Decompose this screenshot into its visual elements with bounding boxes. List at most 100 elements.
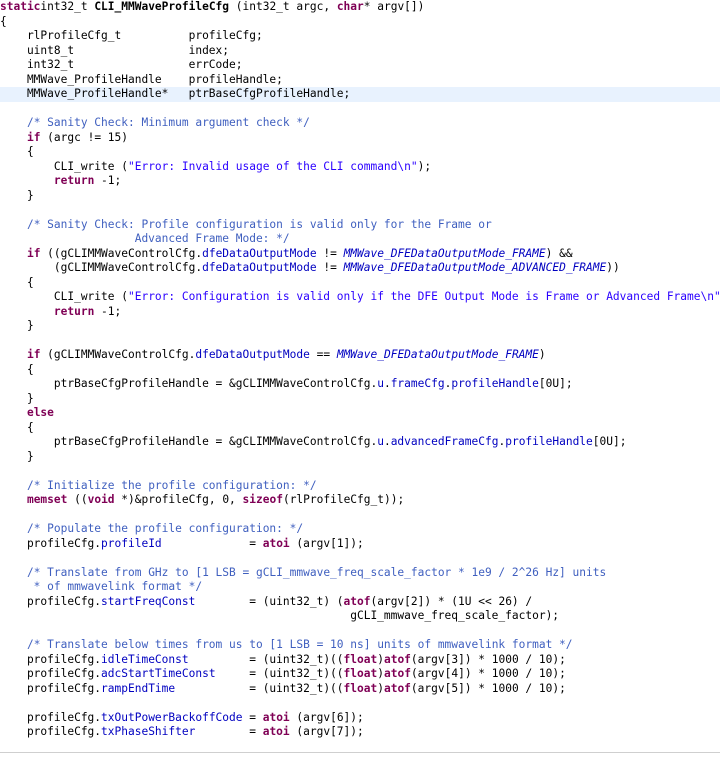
code-enum: MMWave_DFEDataOutputMode_FRAME [336, 348, 539, 361]
code-line[interactable]: { [0, 276, 720, 291]
code-text: ((gCLIMMWaveControlCfg. [40, 246, 203, 260]
code-line[interactable]: ptrBaseCfgProfileHandle = &gCLIMMWaveCon… [0, 435, 720, 450]
code-line[interactable]: CLI_write ("Error: Configuration is vali… [0, 290, 720, 305]
code-line[interactable]: if ((gCLIMMWaveControlCfg.dfeDataOutputM… [0, 247, 720, 262]
code-line[interactable] [0, 624, 720, 639]
code-text: = (uint32_t) ( [195, 594, 344, 608]
code-text: } [0, 449, 34, 463]
code-text: profileCfg. [0, 652, 102, 666]
code-text: (gCLIMMWaveControlCfg. [40, 348, 196, 361]
code-line[interactable]: } [0, 392, 720, 407]
code-editor[interactable]: staticint32_t CLI_MMWaveProfileCfg (int3… [0, 0, 720, 761]
code-text: = (uint32_t)(( [175, 681, 344, 695]
code-keyword: void [87, 493, 115, 506]
code-keyword: atof [383, 652, 411, 666]
code-text: -1; [94, 174, 122, 187]
code-line[interactable] [0, 551, 720, 566]
code-text: CLI_write ( [0, 290, 128, 303]
code-line[interactable]: uint8_t index; [0, 44, 720, 59]
code-text: (argv[2]) * (1U << 26) / [370, 594, 533, 608]
code-line[interactable] [0, 508, 720, 523]
code-line[interactable]: staticint32_t CLI_MMWaveProfileCfg (int3… [0, 0, 720, 15]
code-line[interactable]: /* Initialize the profile configuration:… [0, 479, 720, 494]
code-line[interactable]: if (gCLIMMWaveControlCfg.dfeDataOutputMo… [0, 348, 720, 363]
code-line[interactable]: Advanced Frame Mode: */ [0, 232, 720, 247]
code-text: (argv[4]) * 1000 / 10); [410, 667, 566, 680]
code-string: "Error: Invalid usage of the CLI command… [127, 159, 418, 173]
code-line[interactable]: profileCfg.startFreqConst = (uint32_t) (… [0, 595, 720, 610]
code-line[interactable]: } [0, 189, 720, 204]
code-line[interactable]: gCLI_mmwave_freq_scale_factor); [0, 609, 720, 624]
code-line[interactable]: profileCfg.adcStartTimeConst = (uint32_t… [0, 667, 720, 682]
code-text: [0U]; [538, 377, 573, 390]
code-line[interactable]: profileCfg.profileId = atoi (argv[1]); [0, 537, 720, 552]
code-keyword: if [26, 130, 41, 144]
code-field: profileId [101, 536, 162, 550]
code-line[interactable]: /* Translate from GHz to [1 LSB = gCLI_m… [0, 566, 720, 581]
code-line[interactable]: memset ((void *)&profileCfg, 0, sizeof(r… [0, 493, 720, 508]
code-keyword: memset [26, 493, 68, 506]
code-line[interactable]: return -1; [0, 174, 720, 189]
code-line[interactable]: } [0, 319, 720, 334]
code-line[interactable]: /* Populate the profile configuration: *… [0, 522, 720, 537]
code-line[interactable]: { [0, 15, 720, 30]
code-field: u [377, 377, 384, 390]
code-line[interactable]: { [0, 145, 720, 160]
code-line[interactable]: profileCfg.rampEndTime = (uint32_t)((flo… [0, 682, 720, 697]
code-line[interactable]: (gCLIMMWaveControlCfg.dfeDataOutputMode … [0, 261, 720, 276]
code-line[interactable]: * of mmwavelink format */ [0, 580, 720, 595]
code-string: "Error: Configuration is valid only if t… [127, 290, 720, 303]
code-text: = [242, 710, 263, 724]
code-text: ptrBaseCfgProfileHandle = &gCLIMMWaveCon… [0, 377, 378, 390]
code-field: startFreqConst [101, 594, 196, 608]
code-text: = [195, 725, 263, 738]
code-line[interactable]: /* Translate below times from us to [1 L… [0, 638, 720, 653]
code-line[interactable]: { [0, 421, 720, 436]
code-line[interactable]: profileCfg.idleTimeConst = (uint32_t)((f… [0, 653, 720, 668]
code-line[interactable] [0, 203, 720, 218]
code-text: } [0, 188, 34, 202]
code-text: { [0, 362, 34, 376]
editor-bottom-border [0, 752, 720, 753]
code-line[interactable] [0, 464, 720, 479]
code-keyword: atof [343, 594, 371, 608]
code-line[interactable]: CLI_write ("Error: Invalid usage of the … [0, 160, 720, 175]
code-field: dfeDataOutputMode [202, 246, 317, 260]
code-text: (int32_t argc, [229, 0, 337, 13]
code-comment: /* Sanity Check: Minimum argument check … [26, 116, 310, 129]
code-text: ); [417, 159, 432, 173]
code-line[interactable]: profileCfg.txPhaseShifter = atoi (argv[7… [0, 725, 720, 740]
code-line[interactable]: int32_t errCode; [0, 58, 720, 73]
code-line[interactable]: rlProfileCfg_t profileCfg; [0, 29, 720, 44]
code-keyword: sizeof [242, 493, 283, 506]
code-field: profileHandle [505, 435, 593, 448]
code-line[interactable]: ptrBaseCfgProfileHandle = &gCLIMMWaveCon… [0, 377, 720, 392]
code-line[interactable]: else [0, 406, 720, 421]
code-line-highlighted[interactable]: MMWave_ProfileHandle* ptrBaseCfgProfileH… [0, 87, 720, 102]
code-keyword: static [0, 0, 41, 13]
code-line[interactable] [0, 696, 720, 711]
code-line[interactable]: /* Sanity Check: Minimum argument check … [0, 116, 720, 131]
code-text: . [383, 435, 391, 448]
code-line[interactable]: MMWave_ProfileHandle profileHandle; [0, 73, 720, 88]
code-line[interactable]: /* Sanity Check: Profile configuration i… [0, 218, 720, 233]
code-line[interactable]: profileCfg.txOutPowerBackoffCode = atoi … [0, 711, 720, 726]
code-text: { [0, 145, 34, 158]
code-line[interactable]: return -1; [0, 305, 720, 320]
code-text: ) [377, 652, 384, 666]
code-enum: MMWave_DFEDataOutputMode_FRAME [343, 246, 546, 260]
code-text: . [383, 377, 391, 390]
code-line[interactable] [0, 102, 720, 117]
code-line[interactable]: if (argc != 15) [0, 131, 720, 146]
code-line[interactable]: } [0, 450, 720, 465]
code-keyword: atoi [262, 725, 290, 738]
code-line[interactable] [0, 334, 720, 349]
code-line[interactable]: { [0, 363, 720, 378]
code-text: MMWave_ProfileHandle* ptrBaseCfgProfileH… [0, 87, 351, 100]
code-text: (rlProfileCfg_t)); [282, 493, 405, 506]
